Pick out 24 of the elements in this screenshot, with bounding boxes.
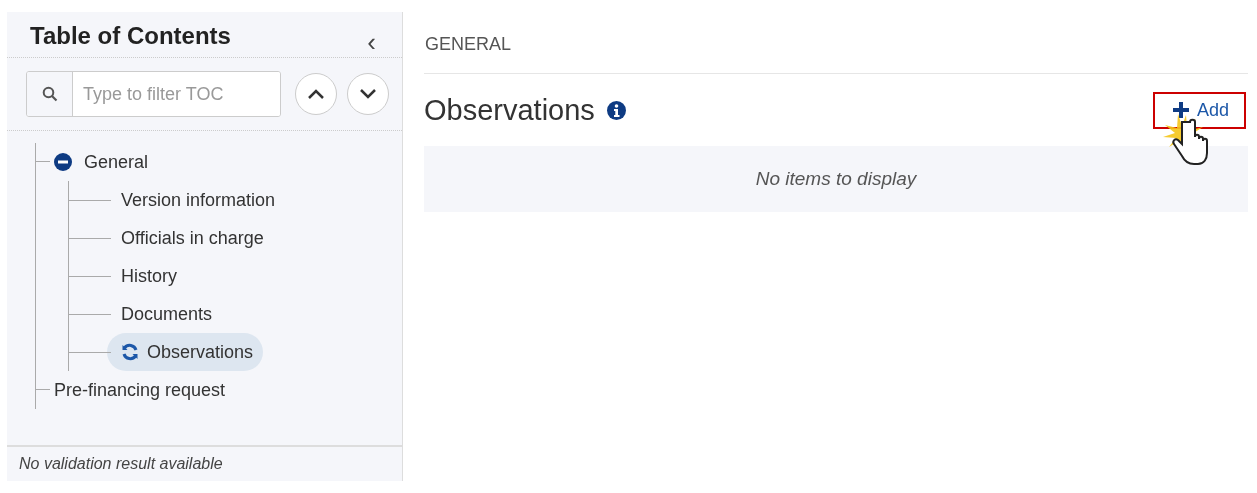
chevron-down-icon	[359, 88, 377, 100]
collapse-icon[interactable]	[54, 153, 72, 171]
toc-item[interactable]: Pre-financing request	[54, 371, 226, 409]
next-button[interactable]	[347, 73, 389, 115]
toc-item[interactable]: Observations	[107, 333, 264, 371]
toc-item[interactable]: History	[121, 257, 177, 295]
section-title: Observations	[424, 93, 595, 127]
plus-icon	[1172, 102, 1189, 118]
breadcrumb: GENERAL	[424, 12, 1248, 74]
collapse-button[interactable]: ‹	[363, 28, 380, 55]
search-icon	[41, 86, 58, 102]
chevron-up-icon	[307, 88, 325, 100]
filter-field[interactable]: Type to filter TOC	[26, 71, 281, 117]
validation-status: No validation result available	[7, 445, 402, 481]
toc-item[interactable]: General	[84, 143, 149, 181]
info-icon[interactable]	[606, 100, 626, 120]
refresh-icon	[121, 343, 139, 361]
toc-item[interactable]: Documents	[121, 295, 213, 333]
add-button[interactable]: Add	[1152, 91, 1246, 129]
empty-message: No items to display	[424, 146, 1248, 212]
toc-item[interactable]: Version information	[121, 181, 276, 219]
previous-button[interactable]	[295, 73, 337, 115]
toc-item[interactable]: Officials in charge	[121, 219, 264, 257]
panel-title: Table of Contents	[30, 21, 231, 50]
